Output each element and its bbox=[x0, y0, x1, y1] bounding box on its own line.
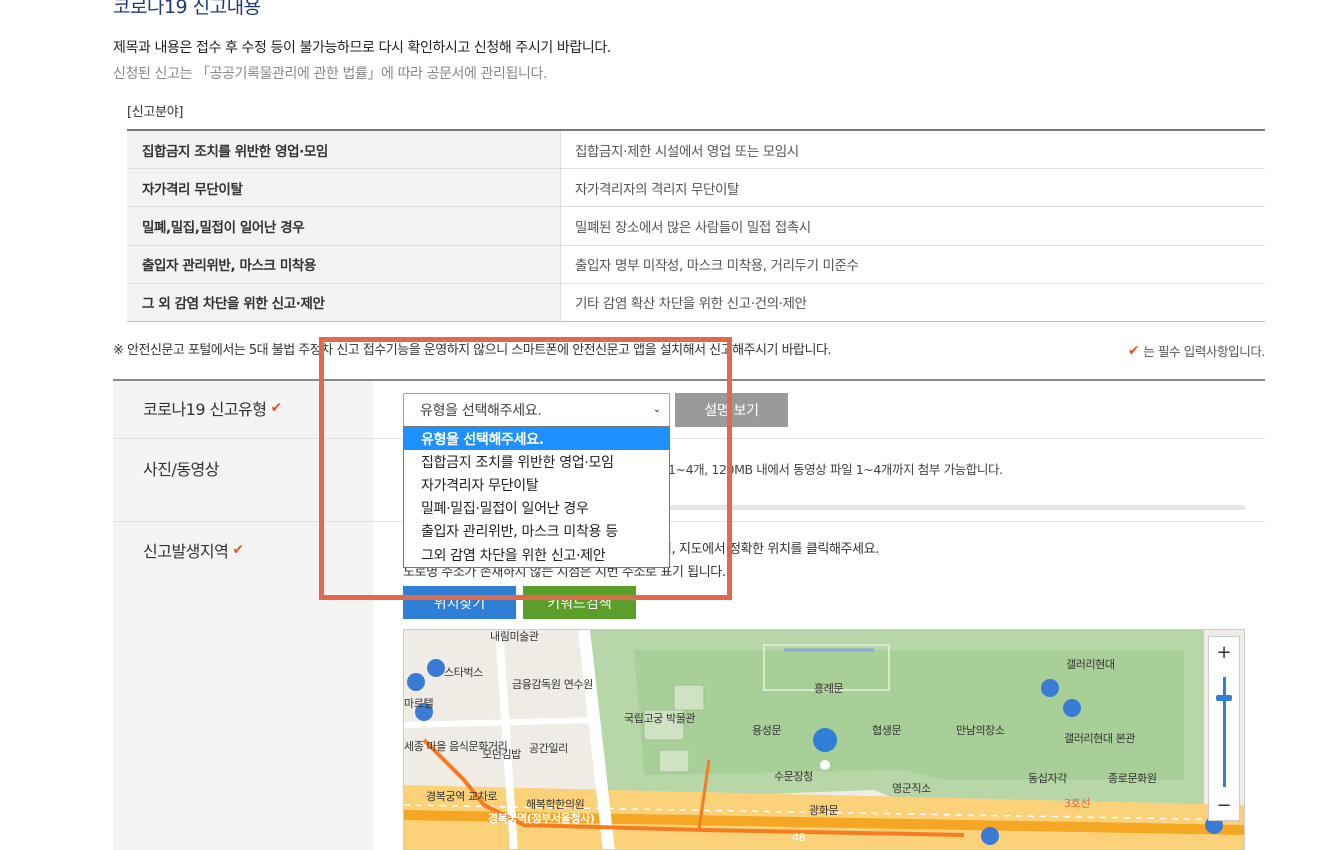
report-type-label: 코로나19 신고유형 ✔ bbox=[143, 396, 282, 420]
category-name: 출입자 관리위반, 마스크 미착용 bbox=[127, 245, 561, 283]
map-label: 경복궁역 교차로 bbox=[426, 790, 498, 803]
required-check-icon: ✔ bbox=[232, 542, 244, 558]
category-desc: 출입자 명부 미작성, 마스크 미착용, 거리두기 미준수 bbox=[575, 258, 859, 275]
zoom-out-button[interactable]: − bbox=[1209, 792, 1239, 818]
category-desc: 집합금지·제한 시설에서 영업 또는 모임시 bbox=[575, 143, 799, 160]
app-warning: ※ 안전신문고 포털에서는 5대 불법 주정차 신고 접수기능을 운영하지 않으… bbox=[113, 343, 832, 358]
zoom-in-button[interactable]: + bbox=[1209, 639, 1239, 665]
location-help-text: 뒤, 지도에서 정확한 위치를 클릭해주세요. bbox=[660, 542, 879, 557]
table-row: 자가격리 무단이탈 자가격리자의 격리지 무단이탈 bbox=[127, 169, 1265, 208]
map-label: 갤러리현대 bbox=[1066, 658, 1115, 671]
map-label: 갤러리현대 본관 bbox=[1064, 732, 1136, 745]
location-label: 신고발생지역 ✔ bbox=[143, 538, 244, 562]
dropdown-option[interactable]: 유형을 선택해주세요. bbox=[404, 427, 669, 451]
report-type-select[interactable]: 유형을 선택해주세요. ⌄ bbox=[403, 393, 670, 427]
dropdown-option[interactable]: 밀폐·밀집·밀접이 일어난 경우 bbox=[404, 497, 669, 520]
map-label: 영군직소 bbox=[892, 782, 931, 795]
map-label: 흥례문 bbox=[814, 682, 844, 695]
row-divider bbox=[113, 438, 1265, 439]
zoom-slider-thumb[interactable] bbox=[1216, 695, 1232, 701]
required-note-text: 는 필수 입력사항입니다. bbox=[1143, 344, 1265, 359]
map-label: 금융감독원 연수원 bbox=[512, 678, 593, 691]
page-title: 코로나19 신고내용 bbox=[113, 0, 261, 18]
category-name: 자가격리 무단이탈 bbox=[127, 169, 561, 207]
map-label: 세종 마을 음식문화거리 bbox=[404, 740, 508, 753]
location-map[interactable]: 내림미술관 스타벅스 금융감독원 연수원 마르텔 국립고궁 박물관 흥례문 용성… bbox=[403, 629, 1245, 850]
map-label: 공간일리 bbox=[529, 742, 568, 755]
table-row: 집합금지 조치를 위반한 영업·모임 집합금지·제한 시설에서 영업 또는 모임… bbox=[127, 131, 1265, 170]
map-label: 국립고궁 박물관 bbox=[624, 712, 696, 725]
photo-help-text: 1~4개, 120MB 내에서 동영상 파일 1~4개까지 첨부 가능합니다. bbox=[668, 462, 1003, 477]
category-desc: 기타 감염 확산 차단을 위한 신고·건의·제안 bbox=[575, 296, 807, 313]
location-label-text: 신고발생지역 bbox=[143, 542, 229, 561]
page: 코로나19 신고내용 제목과 내용은 접수 후 수정 등이 불가능하므로 다시 … bbox=[0, 0, 1320, 850]
chevron-down-icon: ⌄ bbox=[652, 404, 661, 415]
report-type-dropdown: 유형을 선택해주세요. 집합금지 조치를 위반한 영업·모임 자가격리자 무단이… bbox=[403, 426, 670, 568]
zoom-control: + − bbox=[1208, 636, 1240, 821]
category-name: 집합금지 조치를 위반한 영업·모임 bbox=[127, 131, 561, 169]
table-row: 밀폐,밀집,밀접이 일어난 경우 밀폐된 장소에서 많은 사람들이 밀접 접촉시 bbox=[127, 207, 1265, 246]
map-label: 마르텔 bbox=[404, 697, 434, 710]
report-type-select-value: 유형을 선택해주세요. bbox=[420, 403, 542, 419]
map-label: 3호선 bbox=[1064, 797, 1091, 810]
category-table: 집합금지 조치를 위반한 영업·모임 집합금지·제한 시설에서 영업 또는 모임… bbox=[127, 129, 1265, 322]
map-label: 만남의장소 bbox=[956, 724, 1005, 737]
dropdown-option[interactable]: 집합금지 조치를 위반한 영업·모임 bbox=[404, 450, 669, 473]
required-check-icon: ✔ bbox=[270, 400, 283, 416]
form-label-column bbox=[113, 381, 373, 850]
category-name: 밀폐,밀집,밀접이 일어난 경우 bbox=[127, 207, 561, 245]
map-label: 협생문 bbox=[872, 724, 902, 737]
keyword-search-button[interactable]: 키워드검색 bbox=[523, 586, 636, 619]
report-type-label-text: 코로나19 신고유형 bbox=[143, 400, 267, 419]
map-label: 동십자각 bbox=[1028, 772, 1067, 785]
table-row: 출입자 관리위반, 마스크 미착용 출입자 명부 미작성, 마스크 미착용, 거… bbox=[127, 245, 1265, 284]
notice-text: 제목과 내용은 접수 후 수정 등이 불가능하므로 다시 확인하시고 신청해 주… bbox=[113, 40, 611, 56]
map-label: 경복궁역(정부서울청사) bbox=[488, 812, 595, 825]
dropdown-option[interactable]: 그외 감염 차단을 위한 신고·제안 bbox=[404, 543, 669, 566]
zoom-slider-track[interactable] bbox=[1223, 677, 1226, 787]
check-icon: ✔ bbox=[1127, 342, 1140, 359]
find-location-button[interactable]: 위치찾기 bbox=[403, 586, 516, 619]
category-name: 그 외 감염 차단을 위한 신고·제안 bbox=[127, 283, 561, 321]
photo-label-text: 사진/동영상 bbox=[143, 460, 220, 479]
map-label: 48 bbox=[792, 831, 806, 844]
map-label: 광화문 bbox=[809, 804, 839, 817]
map-label: 내림미술관 bbox=[490, 630, 539, 643]
dropdown-option[interactable]: 출입자 관리위반, 마스크 미착용 등 bbox=[404, 520, 669, 543]
map-label: 종로문화원 bbox=[1108, 772, 1157, 785]
table-row: 그 외 감염 차단을 위한 신고·제안 기타 감염 확산 차단을 위한 신고·건… bbox=[127, 283, 1265, 322]
category-desc: 자가격리자의 격리지 무단이탈 bbox=[575, 181, 740, 198]
category-desc: 밀폐된 장소에서 많은 사람들이 밀접 접촉시 bbox=[575, 219, 811, 236]
view-description-button[interactable]: 설명 보기 bbox=[675, 393, 788, 427]
records-notice: 신청된 신고는 「공공기록물관리에 관한 법률」에 따라 공문서에 관리됩니다. bbox=[113, 66, 547, 82]
map-label: 수문장청 bbox=[774, 770, 813, 783]
map-label: 용성문 bbox=[752, 724, 782, 737]
map-label: 스타벅스 bbox=[444, 666, 483, 679]
photo-label: 사진/동영상 bbox=[143, 456, 220, 480]
required-note: ✔ 는 필수 입력사항입니다. bbox=[1128, 341, 1265, 360]
category-section-title: [신고분야] bbox=[127, 105, 184, 120]
row-divider bbox=[113, 521, 1265, 522]
dropdown-option[interactable]: 자가격리자 무단이탈 bbox=[404, 473, 669, 496]
